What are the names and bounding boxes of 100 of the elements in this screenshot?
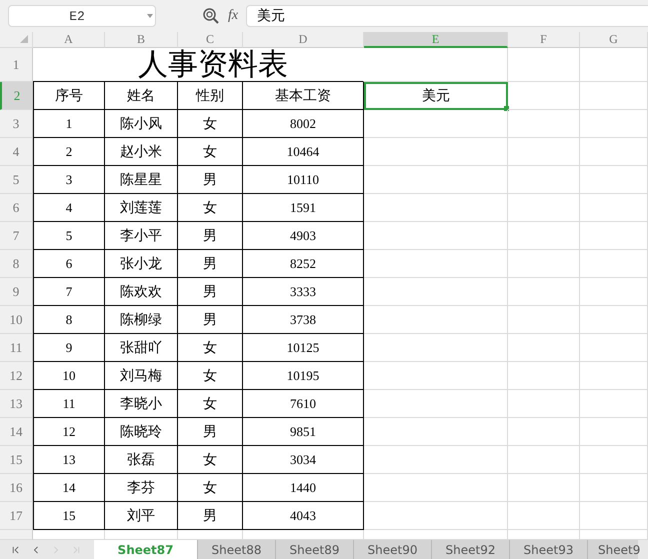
table-cell: 1 [33, 110, 105, 138]
row-header[interactable]: 7 [0, 222, 33, 250]
table-cell: 1591 [243, 194, 364, 222]
column-heading: 姓名 [105, 82, 178, 110]
table-cell: 李晓小 [105, 390, 178, 418]
table-cell: 男 [178, 418, 243, 446]
table-cell: 10110 [243, 166, 364, 194]
table-cell: 7 [33, 278, 105, 306]
sheet-tab[interactable]: Sheet88 [198, 540, 276, 559]
row-header[interactable]: 13 [0, 390, 33, 418]
row-header[interactable]: 15 [0, 446, 33, 474]
sheet-tab[interactable]: Sheet9 [588, 540, 638, 559]
row-header[interactable]: 3 [0, 110, 33, 138]
table-cell: 女 [178, 138, 243, 166]
table-cell: 张甜吖 [105, 334, 178, 362]
row-header[interactable]: 4 [0, 138, 33, 166]
table-cell: 3034 [243, 446, 364, 474]
function-label[interactable]: fx [228, 8, 238, 24]
table-cell: 女 [178, 390, 243, 418]
name-box[interactable]: E2 [8, 5, 156, 27]
table-cell: 7610 [243, 390, 364, 418]
table-cell: 15 [33, 502, 105, 530]
column-header[interactable]: F [508, 32, 580, 48]
table-cell: 8252 [243, 250, 364, 278]
column-heading: 性别 [178, 82, 243, 110]
table-cell: 女 [178, 194, 243, 222]
sheet-tab[interactable]: Sheet89 [276, 540, 354, 559]
table-cell: 6 [33, 250, 105, 278]
table-cell: 9851 [243, 418, 364, 446]
table-cell: 张小龙 [105, 250, 178, 278]
table-cell: 男 [178, 502, 243, 530]
column-header[interactable]: G [580, 32, 648, 48]
dropdown-caret-icon [145, 12, 155, 20]
row-header[interactable]: 5 [0, 166, 33, 194]
row-header[interactable]: 12 [0, 362, 33, 390]
row-header[interactable]: 17 [0, 502, 33, 530]
table-cell: 刘平 [105, 502, 178, 530]
table-cell: 陈欢欢 [105, 278, 178, 306]
sheet-tab[interactable]: Sheet92 [432, 540, 510, 559]
sheet-tab[interactable]: Sheet87 [94, 540, 198, 559]
table-cell: 14 [33, 474, 105, 502]
triangle-icon [19, 34, 29, 44]
table-cell: 11 [33, 390, 105, 418]
table-cell: 陈小风 [105, 110, 178, 138]
table-cell: 刘马梅 [105, 362, 178, 390]
table-cell: 女 [178, 110, 243, 138]
row-header[interactable]: 1 [0, 48, 33, 82]
table-cell: 李芬 [105, 474, 178, 502]
table-cell: 刘莲莲 [105, 194, 178, 222]
table-cell: 13 [33, 446, 105, 474]
table-cell: 张磊 [105, 446, 178, 474]
table-cell: 9 [33, 334, 105, 362]
table-cell: 男 [178, 222, 243, 250]
table-cell: 10464 [243, 138, 364, 166]
table-cell: 陈晓玲 [105, 418, 178, 446]
table-cell: 3738 [243, 306, 364, 334]
table-cell: 10 [33, 362, 105, 390]
table-cell: 陈星星 [105, 166, 178, 194]
table-cell: 10125 [243, 334, 364, 362]
row-header[interactable]: 11 [0, 334, 33, 362]
table-cell: 1440 [243, 474, 364, 502]
table-cell: 女 [178, 446, 243, 474]
table-cell: 女 [178, 362, 243, 390]
column-header[interactable]: B [105, 32, 178, 48]
zoom-icon[interactable] [202, 7, 220, 25]
active-cell[interactable]: 美元 [364, 82, 508, 110]
column-heading: 基本工资 [243, 82, 364, 110]
table-cell: 12 [33, 418, 105, 446]
table-cell: 李小平 [105, 222, 178, 250]
table-cell: 男 [178, 278, 243, 306]
table-cell: 女 [178, 474, 243, 502]
sheet-title: 人事资料表 [33, 48, 364, 82]
column-header[interactable]: E [364, 32, 508, 48]
column-header[interactable]: D [243, 32, 364, 48]
row-header[interactable]: 16 [0, 474, 33, 502]
row-header[interactable]: 14 [0, 418, 33, 446]
sheet-tab[interactable]: Sheet90 [354, 540, 432, 559]
row-header[interactable]: 6 [0, 194, 33, 222]
row-header[interactable]: 9 [0, 278, 33, 306]
table-cell: 8002 [243, 110, 364, 138]
table-cell: 陈柳绿 [105, 306, 178, 334]
table-cell: 4903 [243, 222, 364, 250]
row-header[interactable]: 8 [0, 250, 33, 278]
table-cell: 3 [33, 166, 105, 194]
column-header[interactable]: C [178, 32, 243, 48]
table-cell: 4 [33, 194, 105, 222]
table-cell: 男 [178, 306, 243, 334]
row-header[interactable]: 10 [0, 306, 33, 334]
column-heading: 序号 [33, 82, 105, 110]
table-cell: 4043 [243, 502, 364, 530]
column-header[interactable]: A [33, 32, 105, 48]
sheet-tab[interactable]: Sheet93 [510, 540, 588, 559]
table-cell: 赵小米 [105, 138, 178, 166]
table-cell: 3333 [243, 278, 364, 306]
table-cell: 5 [33, 222, 105, 250]
row-header[interactable]: 2 [0, 82, 33, 110]
table-cell: 男 [178, 166, 243, 194]
table-cell: 女 [178, 334, 243, 362]
formula-field[interactable]: 美元 [246, 5, 648, 27]
select-all-corner[interactable] [0, 32, 33, 48]
